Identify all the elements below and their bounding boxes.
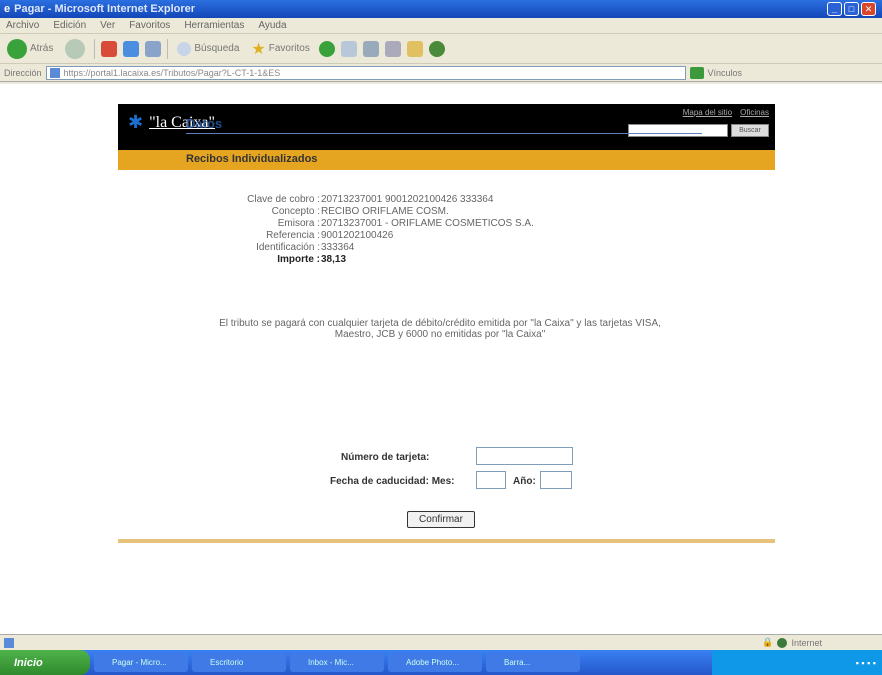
title-bar: e Pagar - Microsoft Internet Explorer _ … bbox=[0, 0, 882, 18]
taskbar-item[interactable]: Inbox - Mic... bbox=[290, 653, 384, 672]
card-number-label: Número de tarjeta: bbox=[341, 452, 430, 463]
section-divider bbox=[186, 133, 702, 134]
card-number-input[interactable] bbox=[476, 447, 573, 465]
menu-herramientas[interactable]: Herramientas bbox=[184, 20, 244, 31]
taskbar-item[interactable]: Adobe Photo... bbox=[388, 653, 482, 672]
expiry-month-input[interactable] bbox=[476, 471, 506, 489]
zone-label: Internet bbox=[791, 637, 822, 648]
amount-row: Importe :38,13 bbox=[277, 254, 347, 265]
payment-notice: El tributo se pagará con cualquier tarje… bbox=[219, 318, 661, 340]
window-title: Pagar - Microsoft Internet Explorer bbox=[14, 3, 196, 15]
section-subtitle: Recibos Individualizados bbox=[186, 153, 318, 165]
minimize-button[interactable]: _ bbox=[827, 2, 842, 16]
menu-archivo[interactable]: Archivo bbox=[6, 20, 39, 31]
offices-link[interactable]: Oficinas bbox=[740, 108, 769, 117]
back-arrow-icon bbox=[7, 38, 27, 59]
address-label: Dirección bbox=[4, 67, 42, 78]
refresh-icon[interactable] bbox=[123, 40, 140, 57]
confirm-button[interactable]: Confirmar bbox=[407, 511, 475, 528]
print-icon[interactable] bbox=[384, 40, 401, 57]
expiry-month-label: Fecha de caducidad: Mes: bbox=[330, 476, 455, 487]
messenger-icon[interactable] bbox=[428, 40, 445, 57]
footer-divider bbox=[118, 539, 775, 543]
home-icon[interactable] bbox=[145, 40, 162, 57]
stop-icon[interactable] bbox=[101, 40, 118, 57]
ie-icon: e bbox=[4, 3, 11, 15]
search-icon bbox=[177, 41, 192, 56]
section-title: Datos bbox=[186, 116, 223, 131]
receipt-details: Clave de cobro :20713237001 900120210042… bbox=[200, 194, 534, 266]
toolbar: Atrás Búsqueda ★ Favoritos bbox=[0, 34, 882, 64]
star-icon: ★ bbox=[251, 40, 266, 58]
page-icon bbox=[49, 67, 60, 78]
detail-row: Concepto : RECIBO ORIFLAME COSM. bbox=[271, 206, 449, 217]
expiry-year-label: Año: bbox=[513, 476, 536, 487]
menu-edicion[interactable]: Edición bbox=[53, 20, 86, 31]
status-bar: 🔒 Internet bbox=[0, 634, 882, 650]
menu-ver[interactable]: Ver bbox=[100, 20, 115, 31]
detail-row: Referencia :9001202100426 bbox=[266, 230, 394, 241]
taskbar-item[interactable]: Escritorio bbox=[192, 653, 286, 672]
caixa-star-icon: ✱ bbox=[128, 112, 144, 132]
detail-row: Clave de cobro :20713237001 900120210042… bbox=[247, 194, 494, 205]
media-icon[interactable] bbox=[318, 40, 335, 57]
address-url: https://portal1.lacaixa.es/Tributos/Paga… bbox=[63, 67, 281, 78]
site-search-button[interactable]: Buscar bbox=[731, 124, 769, 137]
forward-button[interactable] bbox=[62, 37, 88, 61]
menu-favoritos[interactable]: Favoritos bbox=[129, 20, 170, 31]
close-button[interactable]: ✕ bbox=[861, 2, 876, 16]
taskbar: Inicio Pagar - Micro... Escritorio Inbox… bbox=[0, 650, 882, 675]
back-button[interactable]: Atrás bbox=[4, 37, 56, 61]
page-done-icon bbox=[4, 637, 14, 648]
favorites-button[interactable]: ★ Favoritos bbox=[248, 37, 312, 61]
taskbar-item[interactable]: Pagar - Micro... bbox=[94, 653, 188, 672]
detail-row: Identificación :333364 bbox=[256, 242, 355, 253]
expiry-year-input[interactable] bbox=[540, 471, 572, 489]
address-bar: Dirección https://portal1.lacaixa.es/Tri… bbox=[0, 64, 882, 82]
system-tray: ▪ ▪ ▪ ▪ bbox=[712, 650, 882, 675]
menu-bar: Archivo Edición Ver Favoritos Herramient… bbox=[0, 18, 882, 34]
lock-icon: 🔒 bbox=[762, 637, 774, 647]
tray-icons: ▪ ▪ ▪ ▪ bbox=[855, 657, 876, 668]
sitemap-link[interactable]: Mapa del sitio bbox=[683, 108, 732, 117]
page-viewport: ✱ "la Caixa" Mapa del sitio Oficinas Bus… bbox=[0, 84, 882, 634]
history-icon[interactable] bbox=[340, 40, 357, 57]
maximize-button[interactable]: □ bbox=[844, 2, 859, 16]
forward-arrow-icon bbox=[65, 38, 86, 59]
address-input[interactable]: https://portal1.lacaixa.es/Tributos/Paga… bbox=[45, 65, 686, 80]
edit-icon[interactable] bbox=[406, 40, 423, 57]
go-button[interactable] bbox=[689, 66, 704, 79]
mail-icon[interactable] bbox=[362, 40, 379, 57]
taskbar-item[interactable]: Barra... bbox=[486, 653, 580, 672]
menu-ayuda[interactable]: Ayuda bbox=[258, 20, 286, 31]
site-search-input[interactable] bbox=[628, 124, 728, 137]
globe-icon bbox=[777, 637, 788, 648]
search-button[interactable]: Búsqueda bbox=[174, 40, 242, 58]
detail-row: Emisora :20713237001 - ORIFLAME COSMETIC… bbox=[277, 218, 534, 229]
start-button[interactable]: Inicio bbox=[0, 650, 90, 675]
links-label[interactable]: Vínculos bbox=[708, 68, 743, 78]
